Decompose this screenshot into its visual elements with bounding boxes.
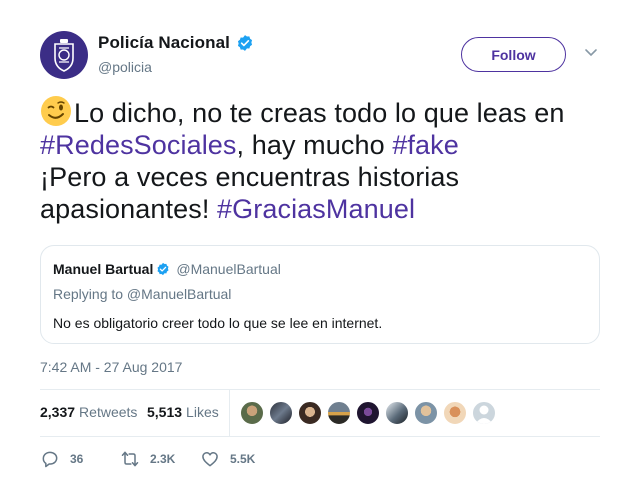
quoted-tweet-card[interactable]: Manuel Bartual @ManuelBartual Replying t… [40,245,600,344]
verified-badge-icon [157,262,169,276]
profile-avatar[interactable] [40,31,88,79]
quoted-tweet-text: No es obligatorio creer todo lo que se l… [53,315,383,331]
tweet-text: Lo dicho, no te creas todo lo que leas e… [40,95,600,225]
liker-avatar[interactable] [472,401,496,425]
retweets-stat[interactable]: 2,337 Retweets [40,404,137,420]
tweet-line-4-text: apasionantes! [40,194,218,224]
quoted-author-row: Manuel Bartual @ManuelBartual [53,261,281,277]
reply-button[interactable]: 36 [40,449,83,469]
like-count: 5.5K [230,452,256,466]
follow-button[interactable]: Follow [461,37,566,72]
divider [40,389,600,390]
police-crest-icon [54,39,74,72]
hashtag-graciasmanuel-link[interactable]: #GraciasManuel [217,194,415,224]
likes-label: Likes [186,404,219,420]
retweet-count: 2.3K [150,452,176,466]
retweets-label: Retweets [79,404,138,420]
liker-avatar[interactable] [240,401,264,425]
liker-avatars [240,401,501,425]
liker-avatar[interactable] [327,401,351,425]
quoted-author-handle: @ManuelBartual [176,261,281,277]
liker-avatar[interactable] [414,401,438,425]
hashtag-redessociales-link[interactable]: #RedesSociales [40,130,237,160]
like-button[interactable]: 5.5K [200,449,255,469]
reply-icon [42,451,58,468]
reply-count: 36 [70,452,84,466]
author-handle[interactable]: @policia [98,59,152,75]
tweet-line-3: ¡Pero a veces encuentras historias [40,162,460,192]
divider [40,436,600,437]
winking-face-emoji-icon [41,96,71,126]
tweet-line-2-text: , hay mucho [236,130,393,160]
tweet-timestamp[interactable]: 7:42 AM - 27 Aug 2017 [40,359,182,375]
retweet-button[interactable]: 2.3K [120,449,175,469]
verified-badge-icon [237,35,253,51]
liker-avatar[interactable] [443,401,467,425]
quoted-replying-to: Replying to @ManuelBartual [53,286,232,302]
liker-avatar[interactable] [385,401,409,425]
retweets-count: 2,337 [40,404,76,420]
chevron-down-icon[interactable] [584,48,598,58]
quoted-author-name: Manuel Bartual [53,261,154,277]
tweet-line-1: Lo dicho, no te creas todo lo que leas e… [74,98,565,128]
retweet-icon [121,451,139,467]
author-display-name[interactable]: Policía Nacional [98,33,230,53]
author-name-row[interactable]: Policía Nacional [98,33,254,53]
likes-count: 5,513 [147,404,183,420]
hashtag-fake-link[interactable]: #fake [392,130,459,160]
liker-avatar[interactable] [356,401,380,425]
liker-avatar[interactable] [269,401,293,425]
heart-icon [202,452,218,467]
likes-stat[interactable]: 5,513 Likes [147,404,219,420]
stats-divider [229,390,230,436]
liker-avatar[interactable] [298,401,322,425]
default-avatar-icon [475,405,493,424]
